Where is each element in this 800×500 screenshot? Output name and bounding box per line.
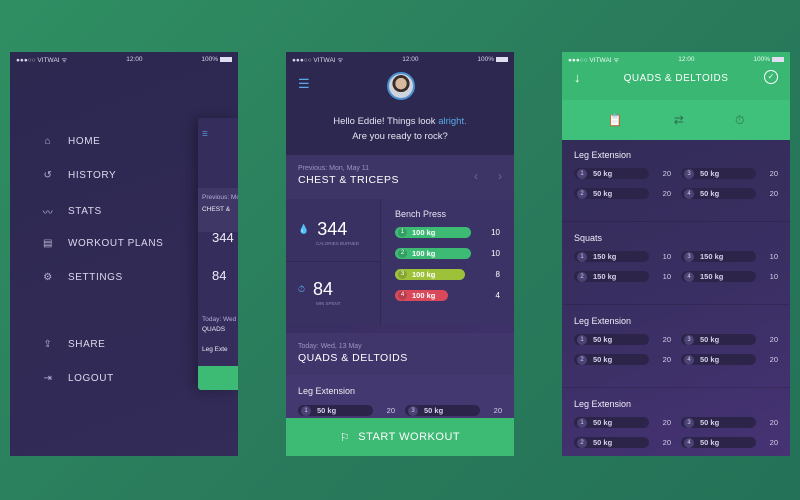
home-screen: ●●●○○ VITWAI ᯤ 12:00 100% ☰ Hello Eddie! T… [286, 52, 514, 456]
bench-set[interactable]: 3 100 kg 8 [395, 269, 500, 280]
workout-screen: ●●●○○ VITWAI ᯤ 12:00 100% ↓ QUADS & DELTOI… [562, 52, 790, 456]
clipboard-icon[interactable]: 📋 [608, 113, 623, 127]
peek-previous-label: Previous: Mo [202, 194, 238, 201]
stats-icon: 〰 [42, 208, 54, 219]
flame-icon: 💧 [298, 224, 310, 234]
menu-item-settings[interactable]: ⚙ SETTINGS [42, 272, 123, 283]
set-row[interactable]: 1 50 kg 20 [574, 417, 671, 428]
greeting: Hello Eddie! Things look alright. Are you… [333, 116, 467, 142]
previous-workout[interactable]: Previous: Mon, May 11 CHEST & TRICEPS ‹ … [286, 155, 514, 199]
set-row[interactable]: 3 150 kg 10 [681, 251, 778, 262]
set-row[interactable]: 2 50 kg 20 [574, 437, 671, 448]
exercise-card: Leg Extension 1 50 kg 20 3 50 kg 20 2 50 kg 20 4 50… [562, 140, 790, 222]
set-row[interactable]: 3 50 kg 20 [405, 405, 502, 416]
main-screen-peek[interactable]: ☰ Previous: Mo CHEST & 344 84 Today: Wed… [198, 118, 238, 390]
exercise-card: Leg Extension 1 50 kg 20 3 50 kg 20 2 50 kg 20 4 50… [562, 306, 790, 388]
set-row[interactable]: 1 50 kg 20 [298, 405, 395, 416]
set-row[interactable]: 3 50 kg 20 [681, 334, 778, 345]
set-row[interactable]: 4 50 kg 20 [681, 188, 778, 199]
set-row[interactable]: 3 50 kg 20 [681, 168, 778, 179]
menu-item-logout[interactable]: ⇥ LOGOUT [42, 373, 114, 384]
avatar[interactable] [387, 72, 415, 100]
set-row[interactable]: 4 150 kg 10 [681, 271, 778, 282]
set-row[interactable]: 3 50 kg 20 [681, 417, 778, 428]
set-row[interactable]: 1 150 kg 10 [574, 251, 671, 262]
hamburger-menu-icon[interactable]: ☰ [298, 76, 310, 92]
menu-item-workout-plans[interactable]: ▤ WORKOUT PLANS [42, 238, 163, 249]
flag-icon: ⚐ [339, 431, 351, 444]
set-row[interactable]: 1 50 kg 20 [574, 334, 671, 345]
swap-exercise-icon[interactable]: ⇄ [674, 113, 684, 127]
battery-icon [219, 56, 232, 62]
menu-item-share[interactable]: ⇪ SHARE [42, 339, 105, 350]
today-workout[interactable]: Today: Wed, 13 May QUADS & DELTOIDS [286, 333, 514, 375]
home-icon: ⌂ [44, 136, 52, 147]
set-row[interactable]: 2 150 kg 10 [574, 271, 671, 282]
clipboard-icon: ▤ [42, 238, 54, 249]
bench-press-panel: Bench Press 1 100 kg 10 2 100 kg 10 3 100 kg 8 4 1… [381, 199, 514, 325]
exercise-card: Leg Extension 1 50 kg 20 3 50 kg 20 2 50 kg 20 4 50… [562, 389, 790, 456]
exercise-card: Squats 1 150 kg 10 3 150 kg 10 2 150 kg 10 4 150 kg… [562, 223, 790, 305]
menu-icon: ☰ [202, 131, 208, 138]
workout-toolbar: 📋 ⇄ ⏱ [562, 100, 790, 140]
peek-exercise: Leg Exte [202, 346, 228, 353]
stats-panel: 💧 344 CALORIES BURNED ⏱ 84 MIN SPENT [286, 199, 381, 325]
bench-set[interactable]: 2 100 kg 10 [395, 248, 500, 259]
bench-set[interactable]: 1 100 kg 10 [395, 227, 500, 238]
chevron-right-icon[interactable]: › [498, 169, 502, 183]
timer-icon[interactable]: ⏱ [735, 113, 744, 128]
status-bar: ●●●○○ VITWAI ᯤ 12:00 100% [562, 52, 790, 67]
check-circle-icon[interactable]: ✓ [764, 70, 778, 84]
status-bar: ●●●○○ VITWAI ᯤ 12:00 100% [286, 52, 514, 67]
battery-icon [771, 56, 784, 62]
bench-set[interactable]: 4 100 kg 4 [395, 290, 500, 301]
set-row[interactable]: 2 50 kg 20 [574, 354, 671, 365]
start-workout-peek[interactable] [198, 366, 238, 390]
peek-previous-title: CHEST & [202, 206, 231, 213]
status-bar: ●●●○○ VITWAI ᯤ 12:00 100% [10, 52, 238, 67]
gear-icon: ⚙ [43, 272, 53, 283]
start-workout-button[interactable]: ⚐ START WORKOUT [286, 418, 514, 456]
menu-item-history[interactable]: ↺ HISTORY [42, 170, 116, 181]
set-row[interactable]: 4 50 kg 20 [681, 437, 778, 448]
set-row[interactable]: 1 50 kg 20 [574, 168, 671, 179]
battery-icon [495, 56, 508, 62]
set-row[interactable]: 4 50 kg 20 [681, 354, 778, 365]
menu-item-home[interactable]: ⌂ HOME [42, 136, 100, 147]
peek-today-title: QUADS [202, 326, 226, 333]
peek-today-label: Today: Wed [202, 316, 237, 323]
menu-screen: ●●●○○ VITWAI ᯤ 12:00 100% ⌂ HOME ↺ HISTORY 〰 ST… [10, 52, 238, 456]
menu-item-stats[interactable]: 〰 STATS [42, 204, 102, 219]
stopwatch-icon: ⏱ [298, 284, 306, 294]
share-icon: ⇪ [43, 339, 53, 350]
logout-icon: ⇥ [43, 373, 53, 384]
chevron-left-icon[interactable]: ‹ [474, 169, 478, 183]
history-icon: ↺ [43, 170, 53, 181]
set-row[interactable]: 2 50 kg 20 [574, 188, 671, 199]
workout-title: QUADS & DELTOIDS [623, 73, 729, 84]
